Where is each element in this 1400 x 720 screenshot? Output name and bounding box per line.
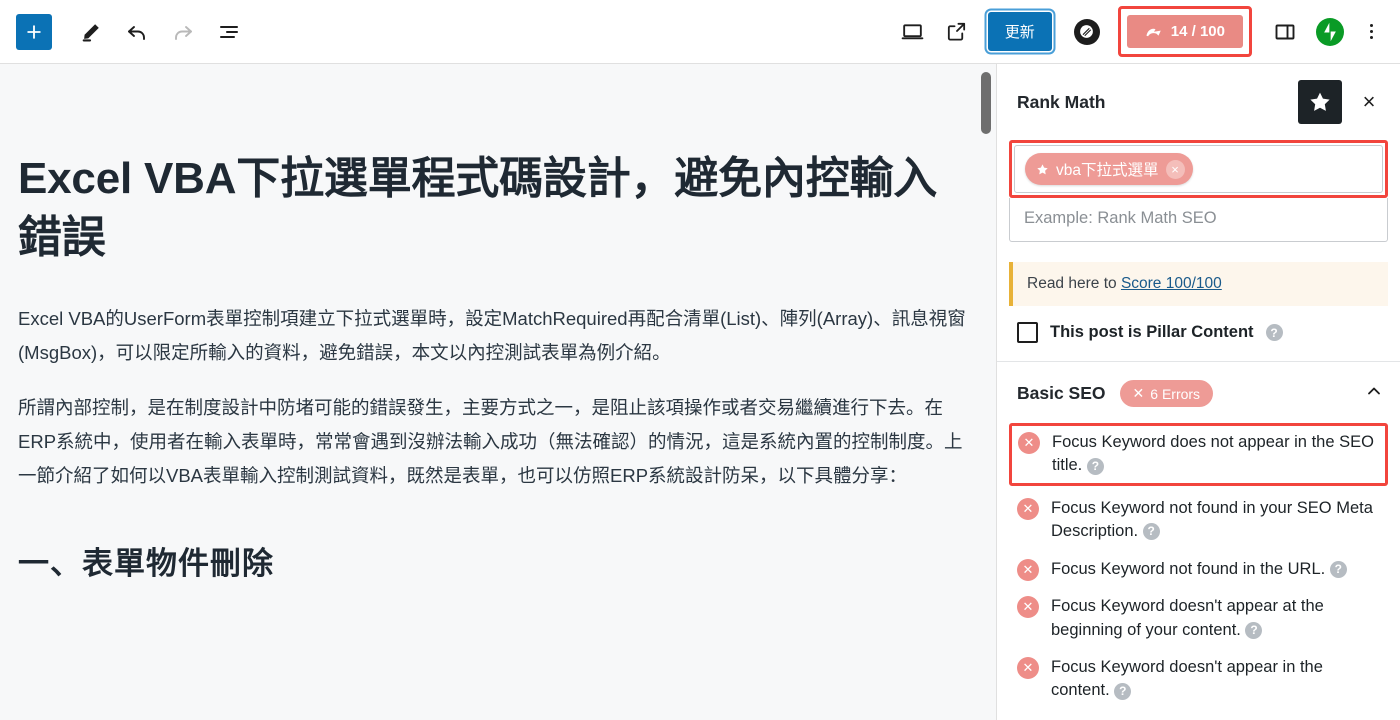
error-x-icon: ✕: [1017, 656, 1039, 679]
seo-error-text: Focus Keyword not found in your SEO Meta…: [1051, 498, 1373, 541]
seo-error-text: Focus Keyword doesn't appear at the begi…: [1051, 597, 1324, 639]
focus-keyword-placeholder-row[interactable]: Example: Rank Math SEO: [1009, 198, 1388, 242]
basic-seo-errors-count: 6 Errors: [1150, 385, 1201, 402]
error-x-icon: ✕: [1017, 596, 1039, 619]
block-editor-logo-icon[interactable]: [1073, 18, 1100, 45]
chevron-up-icon[interactable]: [1364, 381, 1384, 406]
seo-error-item[interactable]: ✕ Focus Keyword doesn't appear at the beg…: [1009, 588, 1388, 649]
score-notice: Read here to Score 100/100: [1009, 262, 1388, 306]
seo-error-item[interactable]: ✕ Focus Keyword doesn't appear in the con…: [1009, 649, 1388, 710]
help-icon[interactable]: ?: [1142, 523, 1160, 541]
pillar-content-row: This post is Pillar Content ?: [997, 306, 1400, 361]
help-icon[interactable]: ?: [1245, 621, 1263, 639]
seo-score-value: 14 / 100: [1170, 23, 1225, 40]
focus-keyword-chip[interactable]: vba下拉式選單 ×: [1025, 153, 1193, 185]
editor-scrollbar-thumb[interactable]: [981, 72, 991, 134]
basic-seo-error-list: ✕ Focus Keyword does not appear in the SE…: [997, 423, 1400, 710]
post-heading-section-1[interactable]: 一、表單物件刪除: [18, 538, 968, 583]
pillar-content-label: This post is Pillar Content: [1050, 323, 1254, 341]
editor-toolbar: 更新 14 / 100: [0, 0, 1400, 64]
edit-pencil-icon[interactable]: [70, 12, 112, 52]
toolbar-right-group: 更新 14 / 100: [892, 6, 1386, 57]
page-title[interactable]: Excel VBA下拉選單程式碼設計，避免內控輸入錯誤: [18, 150, 968, 268]
seo-score-annotation: 14 / 100: [1117, 6, 1252, 57]
focus-keyword-chip-label: vba下拉式選單: [1056, 162, 1159, 179]
post-paragraph-1[interactable]: Excel VBA的UserForm表單控制項建立下拉式選單時，設定MatchR…: [18, 302, 968, 369]
update-button[interactable]: 更新: [987, 12, 1052, 51]
help-icon[interactable]: ?: [1114, 682, 1132, 700]
seo-error-text: Focus Keyword does not appear in the SEO…: [1052, 433, 1374, 475]
view-post-icon[interactable]: [936, 12, 978, 52]
basic-seo-section-header[interactable]: Basic SEO ✕ 6 Errors: [997, 362, 1400, 423]
help-icon[interactable]: ?: [1329, 560, 1347, 578]
document-overview-icon[interactable]: [208, 12, 250, 52]
seo-error-item[interactable]: ✕ Focus Keyword does not appear in the SE…: [1009, 423, 1388, 486]
help-icon[interactable]: ?: [1086, 457, 1104, 475]
jetpack-icon[interactable]: [1316, 17, 1344, 46]
help-icon[interactable]: ?: [1265, 324, 1283, 341]
error-x-icon: ✕: [1017, 558, 1039, 581]
focus-keyword-annotation: vba下拉式選單 ×: [1009, 140, 1388, 198]
wordpress-block-editor: 更新 14 / 100 Excel VBA下拉選單程式碼設計，避免內控輸入錯誤 …: [0, 0, 1400, 720]
rank-math-title: Rank Math: [1017, 91, 1106, 112]
seo-error-text: Focus Keyword not found in the URL. ?: [1051, 558, 1347, 581]
focus-keyword-input[interactable]: vba下拉式選單 ×: [1014, 145, 1383, 193]
preview-desktop-icon[interactable]: [892, 12, 934, 52]
redo-icon[interactable]: [162, 12, 204, 52]
close-icon[interactable]: ×: [1352, 85, 1386, 119]
post-paragraph-2[interactable]: 所謂內部控制，是在制度設計中防堵可能的錯誤發生，主要方式之一，是阻止該項操作或者…: [18, 391, 968, 492]
seo-score-badge[interactable]: 14 / 100: [1126, 15, 1243, 48]
error-x-icon: ✕: [1017, 497, 1039, 520]
pillar-content-checkbox[interactable]: [1017, 322, 1038, 343]
undo-icon[interactable]: [116, 12, 158, 52]
star-favorite-icon[interactable]: [1298, 80, 1342, 124]
seo-meter-icon: [1146, 28, 1161, 36]
score-notice-prefix: Read here to: [1027, 275, 1121, 292]
basic-seo-title: Basic SEO: [1017, 383, 1106, 403]
more-options-icon[interactable]: [1356, 12, 1386, 52]
x-icon: ✕: [1132, 385, 1145, 401]
seo-error-text: Focus Keyword doesn't appear in the cont…: [1051, 657, 1323, 700]
rank-math-header: Rank Math ×: [997, 64, 1400, 138]
remove-keyword-icon[interactable]: ×: [1165, 159, 1185, 179]
basic-seo-errors-badge[interactable]: ✕ 6 Errors: [1119, 380, 1214, 407]
seo-error-item[interactable]: ✕ Focus Keyword not found in the URL. ?: [1009, 551, 1388, 588]
seo-error-item[interactable]: ✕ Focus Keyword not found in your SEO Met…: [1009, 490, 1388, 551]
post-content-canvas[interactable]: Excel VBA下拉選單程式碼設計，避免內控輸入錯誤 Excel VBA的Us…: [0, 64, 996, 720]
toggle-sidebar-icon[interactable]: [1264, 12, 1306, 52]
editor-body: Excel VBA下拉選單程式碼設計，避免內控輸入錯誤 Excel VBA的Us…: [0, 64, 1400, 720]
error-x-icon: ✕: [1018, 432, 1040, 454]
editor-scrollbar[interactable]: [981, 72, 991, 676]
score-notice-link[interactable]: Score 100/100: [1121, 275, 1222, 292]
rank-math-sidebar: Rank Math × vba下拉式選單 × Example: Rank Mat…: [996, 64, 1400, 720]
star-icon: [1037, 163, 1048, 174]
toolbar-left-group: [16, 12, 250, 52]
add-block-button[interactable]: [16, 13, 52, 50]
